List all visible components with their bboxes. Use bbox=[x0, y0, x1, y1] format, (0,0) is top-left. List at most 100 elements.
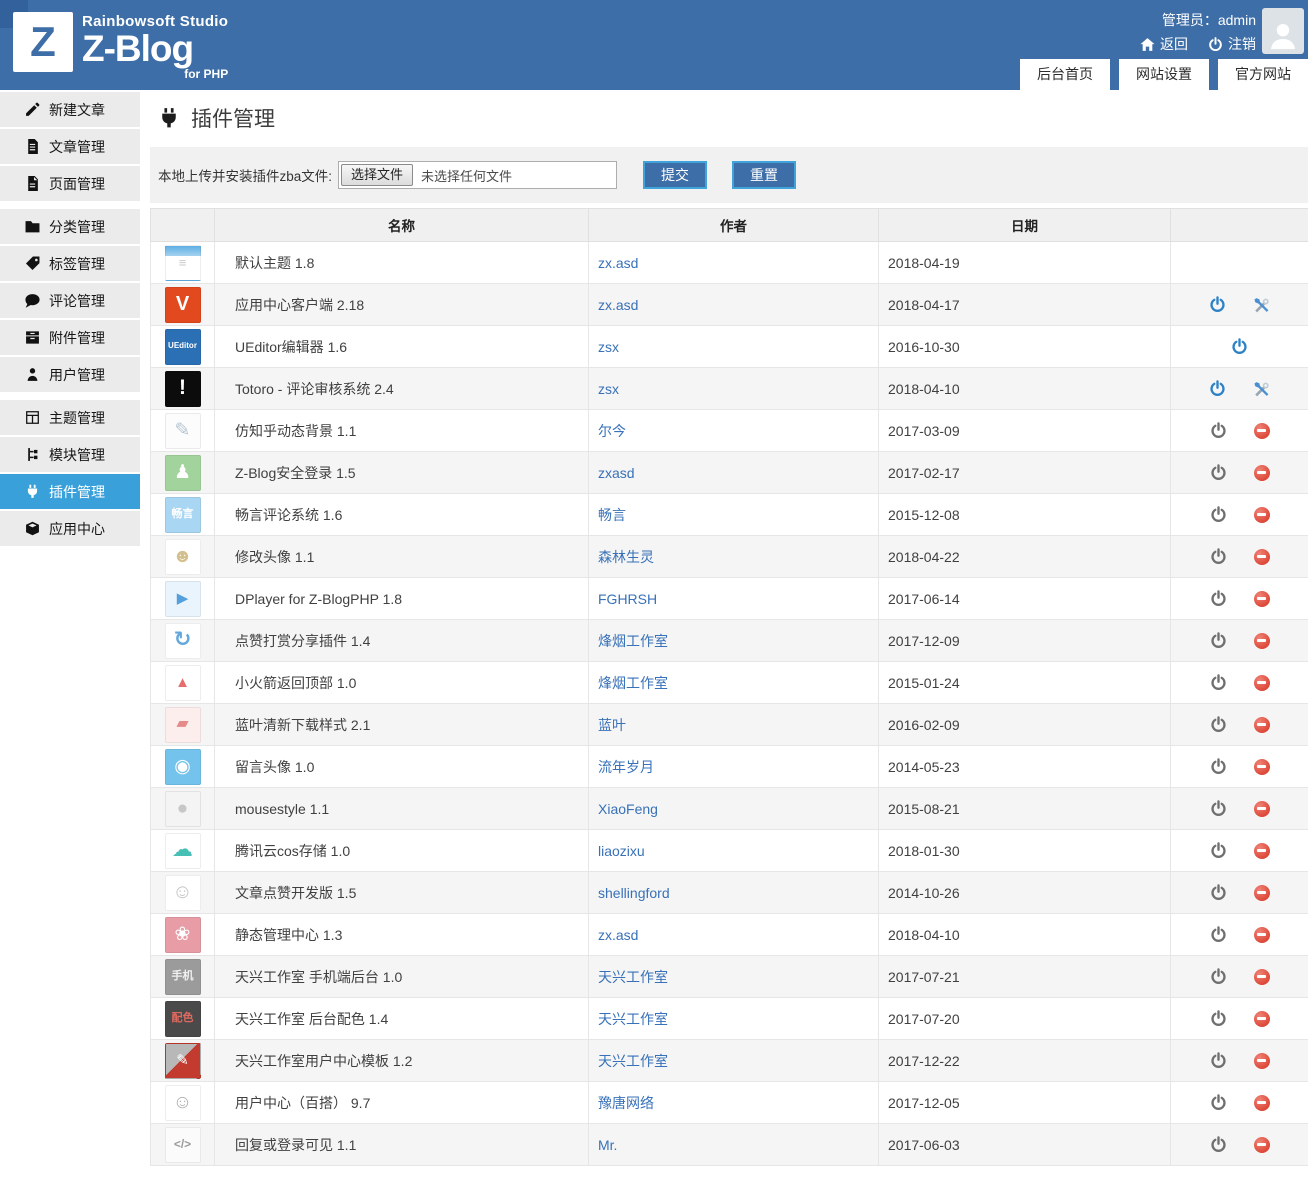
plugin-name: UEditor编辑器 1.6 bbox=[214, 325, 589, 368]
sidebar-item-module-mgmt[interactable]: 模块管理 bbox=[0, 437, 140, 472]
plugin-date: 2015-01-24 bbox=[878, 661, 1171, 704]
disable-power-icon[interactable] bbox=[1210, 884, 1227, 901]
table-row: ☺ 用户中心（百搭） 9.7 豫唐网络 2017-12-05 bbox=[150, 1081, 1308, 1124]
col-date-header: 日期 bbox=[878, 208, 1171, 242]
plugin-author-link[interactable]: zx.asd bbox=[598, 297, 638, 313]
disable-power-icon[interactable] bbox=[1210, 1094, 1227, 1111]
choose-file-button[interactable]: 选择文件 bbox=[341, 164, 414, 186]
plugin-author-link[interactable]: 豫唐网络 bbox=[598, 1095, 654, 1111]
sidebar-item-post-mgmt[interactable]: 文章管理 bbox=[0, 129, 140, 164]
disable-power-icon[interactable] bbox=[1210, 926, 1227, 943]
table-row: V 应用中心客户端 2.18 zx.asd 2018-04-17 bbox=[150, 283, 1308, 326]
sidebar-item-comment-mgmt[interactable]: 评论管理 bbox=[0, 283, 140, 318]
remove-icon[interactable] bbox=[1253, 1052, 1270, 1069]
plugin-author-link[interactable]: 蓝叶 bbox=[598, 717, 626, 733]
plugin-author-link[interactable]: 天兴工作室 bbox=[598, 969, 668, 985]
sidebar-item-category-mgmt[interactable]: 分类管理 bbox=[0, 209, 140, 244]
submit-button[interactable]: 提交 bbox=[643, 161, 708, 189]
enable-power-icon[interactable] bbox=[1209, 296, 1226, 313]
settings-icon[interactable] bbox=[1253, 296, 1271, 314]
reply-visible-thumb: </> bbox=[164, 1126, 201, 1163]
avatar[interactable] bbox=[1262, 8, 1304, 54]
remove-icon[interactable] bbox=[1253, 842, 1270, 859]
disable-power-icon[interactable] bbox=[1210, 506, 1227, 523]
sidebar-item-plugin-mgmt[interactable]: 插件管理 bbox=[0, 474, 140, 509]
logout-link[interactable]: 注销 bbox=[1208, 34, 1256, 54]
plugin-author-link[interactable]: 天兴工作室 bbox=[598, 1011, 668, 1027]
disable-power-icon[interactable] bbox=[1210, 800, 1227, 817]
disable-power-icon[interactable] bbox=[1210, 1010, 1227, 1027]
remove-icon[interactable] bbox=[1253, 716, 1270, 733]
plugin-author-link[interactable]: zsx bbox=[598, 381, 619, 397]
disable-power-icon[interactable] bbox=[1210, 674, 1227, 691]
enable-power-icon[interactable] bbox=[1209, 380, 1226, 397]
remove-icon[interactable] bbox=[1253, 1136, 1270, 1153]
plugin-author-link[interactable]: zxasd bbox=[598, 465, 635, 481]
main-content: 插件管理 本地上传并安装插件zba文件: 选择文件 未选择任何文件 提交 重置 … bbox=[150, 90, 1308, 1166]
disable-power-icon[interactable] bbox=[1210, 548, 1227, 565]
avatar-edit-thumb: ☻ bbox=[164, 538, 201, 575]
disable-power-icon[interactable] bbox=[1210, 422, 1227, 439]
plugin-author-link[interactable]: zx.asd bbox=[598, 255, 638, 271]
dplayer-thumb: ▶ bbox=[164, 580, 201, 617]
remove-icon[interactable] bbox=[1253, 506, 1270, 523]
sidebar-item-app-center[interactable]: 应用中心 bbox=[0, 511, 140, 546]
sidebar-item-attachment-mgmt[interactable]: 附件管理 bbox=[0, 320, 140, 355]
remove-icon[interactable] bbox=[1253, 926, 1270, 943]
plugin-author-link[interactable]: FGHRSH bbox=[598, 591, 657, 607]
tab-admin-home[interactable]: 后台首页 bbox=[1020, 59, 1110, 90]
plugin-author-link[interactable]: zx.asd bbox=[598, 927, 638, 943]
disable-power-icon[interactable] bbox=[1210, 842, 1227, 859]
remove-icon[interactable] bbox=[1253, 800, 1270, 817]
brand-studio: Rainbowsoft Studio bbox=[82, 13, 229, 30]
plugin-author-link[interactable]: 流年岁月 bbox=[598, 759, 654, 775]
remove-icon[interactable] bbox=[1253, 1094, 1270, 1111]
table-row: ✎ 天兴工作室用户中心模板 1.2 天兴工作室 2017-12-22 bbox=[150, 1039, 1308, 1082]
plugin-author-link[interactable]: 畅言 bbox=[598, 507, 626, 523]
disable-power-icon[interactable] bbox=[1210, 716, 1227, 733]
tab-site-settings[interactable]: 网站设置 bbox=[1119, 59, 1209, 90]
remove-icon[interactable] bbox=[1253, 590, 1270, 607]
remove-icon[interactable] bbox=[1253, 1010, 1270, 1027]
plugin-author-link[interactable]: XiaoFeng bbox=[598, 801, 658, 817]
disable-power-icon[interactable] bbox=[1210, 758, 1227, 775]
plugin-author-link[interactable]: shellingford bbox=[598, 885, 670, 901]
remove-icon[interactable] bbox=[1253, 884, 1270, 901]
home-icon bbox=[1140, 37, 1155, 52]
file-input[interactable]: 选择文件 未选择任何文件 bbox=[338, 161, 618, 189]
plugin-author-link[interactable]: 烽烟工作室 bbox=[598, 633, 668, 649]
plugin-name: 畅言评论系统 1.6 bbox=[214, 493, 589, 536]
back-link[interactable]: 返回 bbox=[1140, 34, 1188, 54]
plugin-author-link[interactable]: zsx bbox=[598, 339, 619, 355]
disable-power-icon[interactable] bbox=[1210, 1052, 1227, 1069]
plugin-name: Z-Blog安全登录 1.5 bbox=[214, 451, 589, 494]
page-title-row: 插件管理 bbox=[158, 103, 1308, 133]
plugin-author-link[interactable]: 森林生灵 bbox=[598, 549, 654, 565]
sidebar-item-tag-mgmt[interactable]: 标签管理 bbox=[0, 246, 140, 281]
disable-power-icon[interactable] bbox=[1210, 464, 1227, 481]
sidebar-item-page-mgmt[interactable]: 页面管理 bbox=[0, 166, 140, 201]
plugin-author-link[interactable]: 天兴工作室 bbox=[598, 1053, 668, 1069]
tab-official-site[interactable]: 官方网站 bbox=[1218, 59, 1308, 90]
remove-icon[interactable] bbox=[1253, 422, 1270, 439]
sidebar-item-theme-mgmt[interactable]: 主题管理 bbox=[0, 400, 140, 435]
reset-button[interactable]: 重置 bbox=[732, 161, 797, 189]
sidebar-item-new-post[interactable]: 新建文章 bbox=[0, 92, 140, 127]
plugin-author-link[interactable]: 烽烟工作室 bbox=[598, 675, 668, 691]
remove-icon[interactable] bbox=[1253, 968, 1270, 985]
plugin-author-link[interactable]: 尔今 bbox=[598, 423, 626, 439]
disable-power-icon[interactable] bbox=[1210, 968, 1227, 985]
remove-icon[interactable] bbox=[1253, 758, 1270, 775]
remove-icon[interactable] bbox=[1253, 632, 1270, 649]
sidebar-item-user-mgmt[interactable]: 用户管理 bbox=[0, 357, 140, 392]
remove-icon[interactable] bbox=[1253, 674, 1270, 691]
settings-icon[interactable] bbox=[1253, 380, 1271, 398]
enable-power-icon[interactable] bbox=[1231, 338, 1248, 355]
remove-icon[interactable] bbox=[1253, 464, 1270, 481]
remove-icon[interactable] bbox=[1253, 548, 1270, 565]
plugin-author-link[interactable]: Mr. bbox=[598, 1137, 617, 1153]
disable-power-icon[interactable] bbox=[1210, 590, 1227, 607]
plugin-author-link[interactable]: liaozixu bbox=[598, 843, 645, 859]
disable-power-icon[interactable] bbox=[1210, 632, 1227, 649]
disable-power-icon[interactable] bbox=[1210, 1136, 1227, 1153]
